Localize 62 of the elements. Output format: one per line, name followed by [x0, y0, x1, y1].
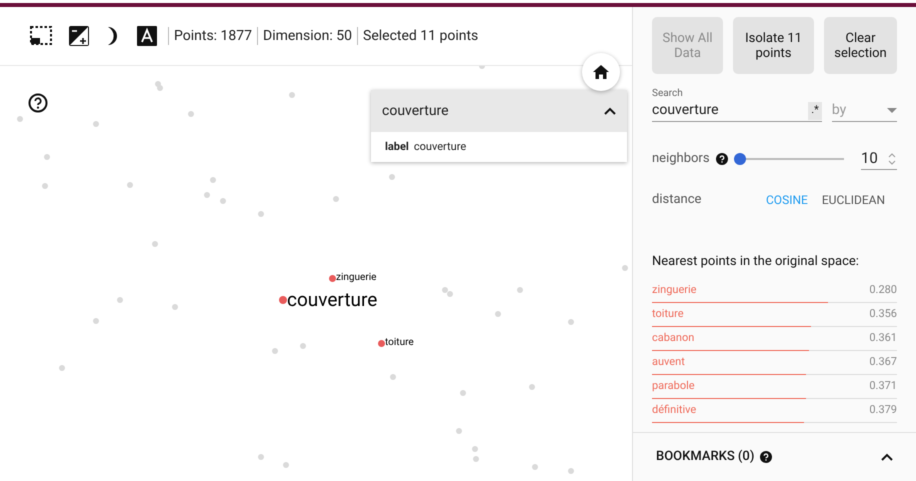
- nearest-label[interactable]: zinguerie: [652, 282, 697, 299]
- search-value: couverture: [652, 101, 719, 120]
- by-dropdown[interactable]: by: [832, 100, 897, 122]
- distance-option[interactable]: EUCLIDEAN: [822, 190, 886, 209]
- stepper-icon[interactable]: [887, 152, 897, 166]
- help-icon[interactable]: [760, 451, 772, 463]
- chevron-icon[interactable]: [881, 453, 893, 461]
- nearest-label[interactable]: parabole: [652, 378, 695, 395]
- crescent-moon-icon[interactable]: [106, 26, 120, 46]
- card-title: couverture: [382, 102, 449, 120]
- distance-option[interactable]: COSINE: [766, 190, 808, 209]
- nearest-value: 0.280: [869, 282, 897, 298]
- home-button[interactable]: [582, 53, 620, 91]
- point-marker-icon[interactable]: [279, 296, 287, 304]
- nearest-row[interactable]: toiture 0.356: [652, 303, 897, 327]
- help-icon[interactable]: [28, 93, 48, 113]
- nearest-value: 0.367: [869, 354, 897, 370]
- nearest-value: 0.356: [869, 306, 897, 322]
- point-label: zinguerie: [336, 271, 376, 285]
- nearest-row[interactable]: définitive 0.379: [652, 399, 897, 423]
- bookmarks-header[interactable]: BOOKMARKS (0): [633, 432, 916, 481]
- point-label: toiture: [385, 336, 414, 350]
- bookmarks-title: BOOKMARKS (0): [656, 448, 754, 466]
- search-label: Search: [652, 88, 684, 100]
- letter-a-icon[interactable]: [137, 26, 157, 46]
- stat-text: Dimension: 50: [257, 27, 357, 45]
- dropdown-caret-icon: [887, 108, 897, 113]
- regex-toggle[interactable]: .*: [808, 102, 822, 120]
- nearest-row[interactable]: zinguerie 0.280: [652, 279, 897, 303]
- neighbors-label: neighbors: [652, 150, 710, 168]
- nearest-title: Nearest points in the original space:: [652, 252, 860, 270]
- slider-thumb[interactable]: [734, 153, 746, 165]
- field-value: couverture: [414, 138, 466, 155]
- stat-text: Points: 1877: [168, 27, 258, 45]
- search-field[interactable]: couverture .*: [652, 100, 822, 122]
- stat-text: Selected 11 points: [357, 27, 484, 45]
- nearest-value: 0.371: [869, 378, 897, 394]
- chevron-icon[interactable]: [604, 107, 616, 115]
- action-button[interactable]: Isolate 11 points: [733, 17, 814, 74]
- neighbors-input[interactable]: 10: [861, 148, 897, 170]
- point-label: couverture: [287, 288, 378, 312]
- help-icon[interactable]: [716, 153, 728, 165]
- selection-box-icon[interactable]: [30, 26, 52, 46]
- nearest-label[interactable]: toiture: [652, 306, 684, 323]
- neighbors-value: 10: [861, 148, 878, 170]
- action-button[interactable]: Clear selection: [824, 17, 897, 74]
- nearest-row[interactable]: auvent 0.367: [652, 351, 897, 375]
- nearest-row[interactable]: parabole 0.371: [652, 375, 897, 399]
- brightness-contrast-icon[interactable]: [69, 26, 89, 46]
- nearest-label[interactable]: définitive: [652, 402, 696, 419]
- distance-label: distance: [652, 191, 702, 209]
- card-header[interactable]: couverture: [371, 90, 627, 132]
- point-marker-icon[interactable]: [329, 274, 336, 282]
- nearest-value: 0.361: [869, 330, 897, 346]
- field-key: label: [385, 138, 409, 156]
- by-placeholder: by: [832, 101, 846, 120]
- nearest-label[interactable]: cabanon: [652, 330, 694, 347]
- point-marker-icon[interactable]: [378, 340, 385, 346]
- home-icon: [593, 65, 609, 79]
- nearest-label[interactable]: auvent: [652, 354, 685, 371]
- nearest-row[interactable]: cabanon 0.361: [652, 327, 897, 351]
- nearest-value: 0.379: [869, 402, 897, 418]
